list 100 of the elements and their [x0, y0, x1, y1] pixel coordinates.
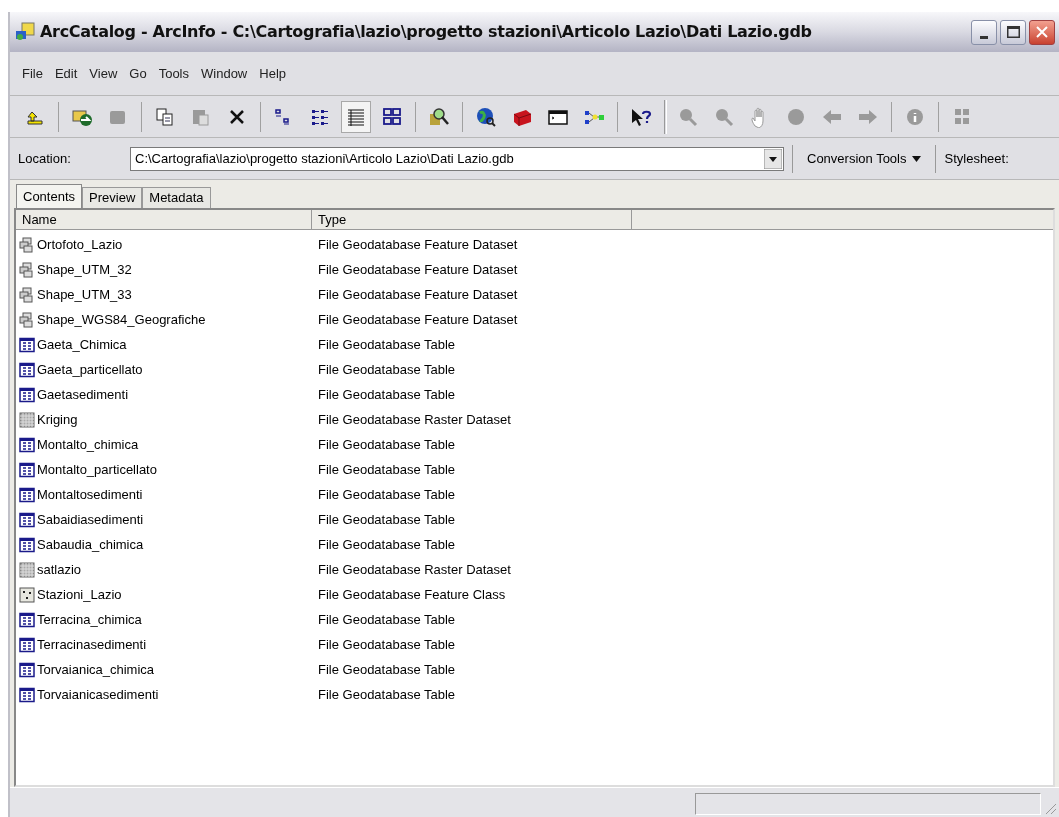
table-icon [19, 661, 35, 678]
item-name: Terracina_chimica [37, 610, 142, 629]
table-cell[interactable]: Montalto_particellato [16, 459, 312, 480]
table-cell[interactable]: Kriging [16, 409, 312, 430]
table-cell[interactable]: Ortofoto_Lazio [16, 234, 312, 255]
item-name: Torvaianicasedimenti [37, 685, 159, 704]
item-name: Sabaudia_chimica [37, 535, 144, 554]
close-icon [1036, 26, 1048, 38]
search-icon [428, 105, 450, 128]
table-cell-text: File Geodatabase Feature Class [317, 585, 506, 604]
table-cell-text: File Geodatabase Table [317, 360, 456, 379]
item-name: Shape_WGS84_Geografiche [37, 310, 206, 329]
menu-item[interactable]: Window [201, 63, 248, 84]
table-cell-text: File Geodatabase Table [317, 435, 456, 454]
thumbnails-icon [381, 105, 403, 128]
item-name: Montalto_chimica [37, 435, 139, 454]
table-cell-text: File Geodatabase Raster Dataset [317, 560, 511, 579]
table-cell[interactable]: Montalto_chimica [16, 434, 312, 455]
table-cell-text: File Geodatabase Feature Dataset [317, 310, 518, 329]
tab[interactable]: Contents [16, 184, 83, 208]
column-header[interactable]: Type [312, 210, 632, 230]
table-cell-text: File Geodatabase Table [317, 685, 456, 704]
table-cell-text: File Geodatabase Feature Dataset [317, 260, 518, 279]
table-cell-text: File Geodatabase Feature Dataset [317, 235, 518, 254]
minimize-button[interactable] [971, 19, 997, 45]
table-cell[interactable]: Gaeta_particellato [16, 359, 312, 380]
table-cell[interactable]: Stazioni_Lazio [16, 584, 312, 605]
table-cell-text: File Geodatabase Table [317, 460, 456, 479]
feature-dataset-icon [19, 236, 35, 253]
tab[interactable]: Metadata [142, 187, 211, 208]
table-cell[interactable]: Gaeta_Chimica [16, 334, 312, 355]
table-cell-text: File Geodatabase Table [317, 335, 456, 354]
table-icon [19, 486, 35, 503]
menu-item[interactable]: View [89, 63, 118, 84]
table-cell-text: File Geodatabase Table [317, 610, 456, 629]
table-cell-text: File Geodatabase Table [317, 510, 456, 529]
table-cell[interactable]: Shape_UTM_32 [16, 259, 312, 280]
caret-icon [912, 155, 922, 162]
menu-item[interactable]: Tools [158, 63, 189, 84]
location-label: Location: [18, 149, 72, 168]
feature-dataset-icon [19, 311, 35, 328]
table-cell-text: File Geodatabase Table [317, 535, 456, 554]
table-icon [19, 636, 35, 653]
dropdown-icon [764, 148, 782, 169]
table-icon [19, 386, 35, 403]
item-name: Montaltosedimenti [37, 485, 143, 504]
item-name: Shape_UTM_33 [37, 285, 132, 304]
item-name: Torvaianica_chimica [37, 660, 155, 679]
item-name: Gaeta_Chimica [37, 335, 127, 354]
location-combobox[interactable]: C:\Cartografia\lazio\progetto stazioni\Articolo Lazio\Dati Lazio.gdb [130, 146, 784, 171]
item-name: Gaeta_particellato [37, 360, 143, 379]
tab[interactable]: Preview [82, 187, 143, 208]
copy-icon [154, 105, 176, 128]
item-name: Stazioni_Lazio [37, 585, 122, 604]
table-cell[interactable]: satlazio [16, 559, 312, 580]
item-name: Montalto_particellato [37, 460, 157, 479]
point-feature-class-icon [19, 586, 35, 603]
feature-dataset-icon [19, 286, 35, 303]
table-cell[interactable]: Gaetasedimenti [16, 384, 312, 405]
table-cell-text: File Geodatabase Table [317, 660, 456, 679]
table-icon [19, 361, 35, 378]
minimize-icon [980, 35, 988, 39]
app-icon [14, 21, 36, 43]
table-cell[interactable]: Terracina_chimica [16, 609, 312, 630]
table-cell-text: File Geodatabase Table [317, 635, 456, 654]
item-name: Shape_UTM_32 [37, 260, 132, 279]
item-name: Terracinasedimenti [37, 635, 147, 654]
stylesheet-label: Stylesheet: [944, 149, 1009, 168]
conversion-tools-button[interactable]: Conversion Tools [801, 144, 928, 173]
table-icon [19, 536, 35, 553]
item-name: Ortofoto_Lazio [37, 235, 123, 254]
table-cell[interactable]: Torvaianicasedimenti [16, 684, 312, 705]
item-name: Kriging [37, 410, 78, 429]
column-header[interactable]: Name [16, 210, 312, 230]
table-cell-text: File Geodatabase Table [317, 485, 456, 504]
feature-dataset-icon [19, 261, 35, 278]
menu-item[interactable]: Edit [54, 63, 78, 84]
raster-icon [19, 561, 35, 578]
table-cell[interactable]: Shape_WGS84_Geografiche [16, 309, 312, 330]
menu-item[interactable]: File [22, 63, 43, 84]
table-cell-text: File Geodatabase Feature Dataset [317, 285, 518, 304]
table-icon [19, 336, 35, 353]
resize-grip-icon [1043, 801, 1057, 815]
menu-item[interactable]: Help [259, 63, 286, 84]
menu-item[interactable]: Go [129, 63, 147, 84]
table-cell[interactable]: Shape_UTM_33 [16, 284, 312, 305]
table-cell[interactable]: Sabaudia_chimica [16, 534, 312, 555]
table-cell[interactable]: Sabaidiasedimenti [16, 509, 312, 530]
maximize-button[interactable] [1000, 19, 1026, 45]
table-cell[interactable]: Terracinasedimenti [16, 634, 312, 655]
item-name: satlazio [37, 560, 82, 579]
table-icon [19, 511, 35, 528]
toolbar-button[interactable] [341, 100, 371, 133]
raster-icon [19, 411, 35, 428]
table-cell[interactable]: Torvaianica_chimica [16, 659, 312, 680]
table-cell[interactable]: Montaltosedimenti [16, 484, 312, 505]
close-button[interactable] [1029, 19, 1055, 45]
window-title: ArcCatalog - ArcInfo - C:\Cartografia\lazio\progetto stazioni\Articolo Lazio\Dati Lazio.gdb [40, 21, 812, 43]
table-icon [19, 686, 35, 703]
table-icon [19, 461, 35, 478]
